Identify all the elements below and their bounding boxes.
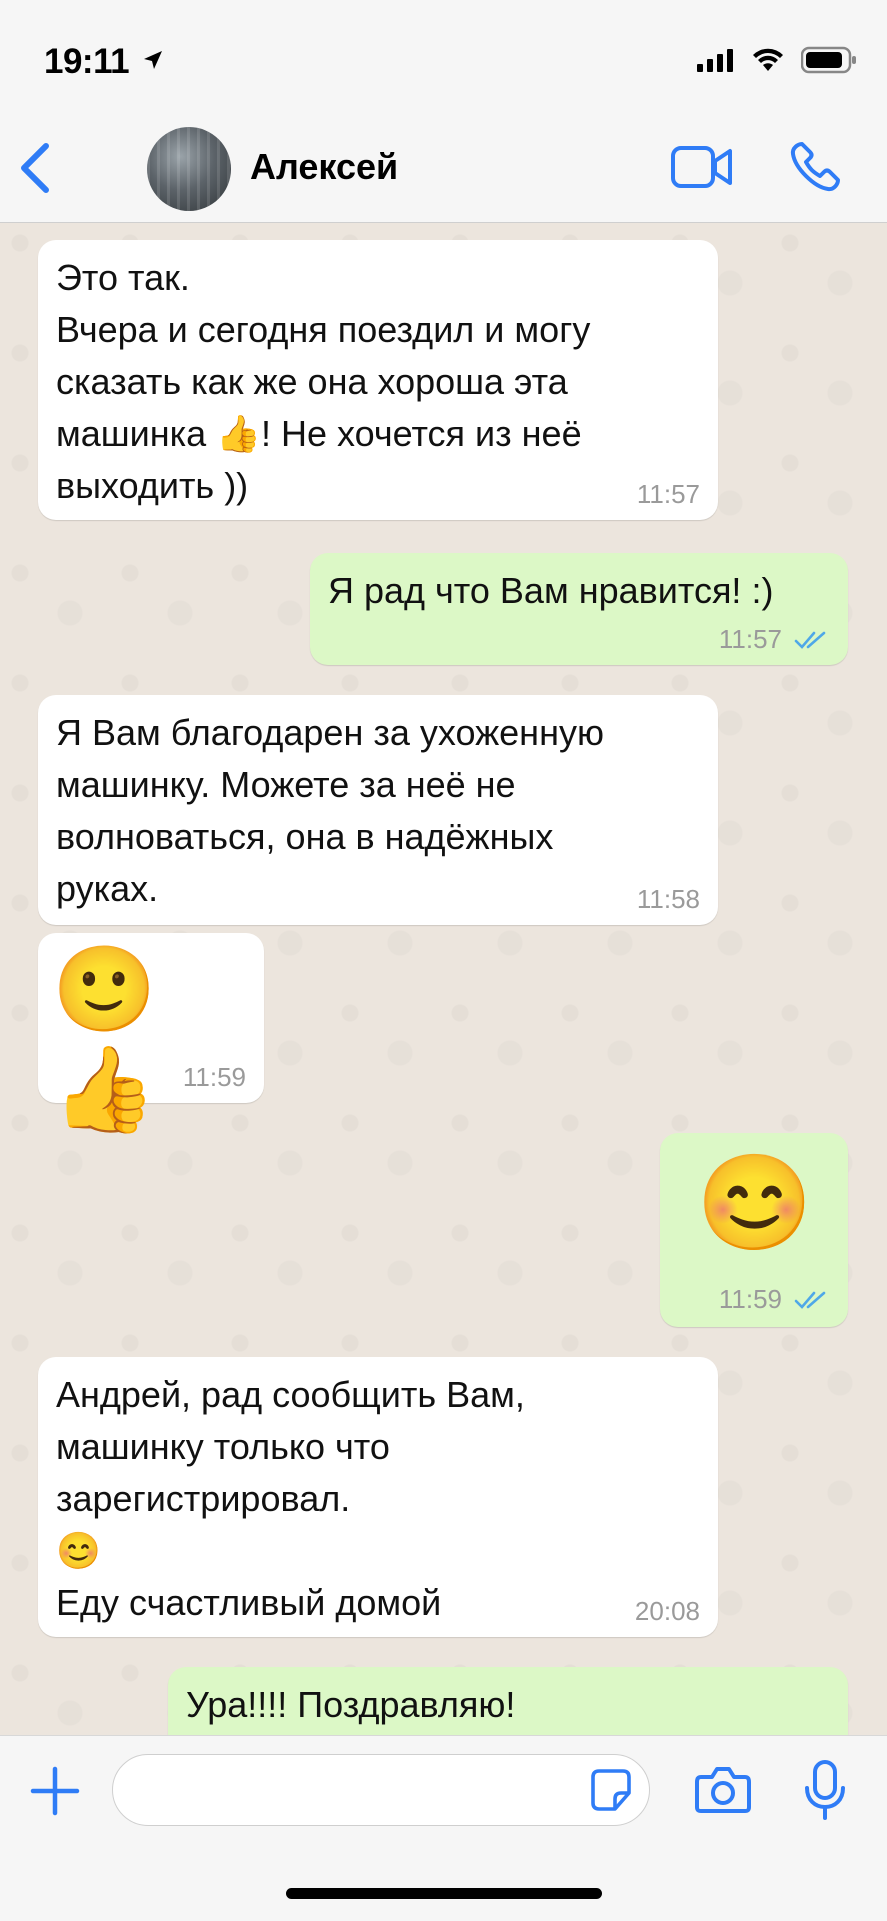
- outgoing-message[interactable]: Я рад что Вам нравится! :) 11:57: [310, 553, 848, 665]
- phone-call-icon[interactable]: [788, 140, 842, 194]
- battery-icon: [801, 46, 856, 74]
- message-time: 11:58: [636, 884, 700, 914]
- message-text: Это так. Вчера и сегодня поездил и могу …: [56, 257, 591, 506]
- read-receipt-icon: [794, 631, 826, 649]
- location-arrow-icon: [144, 51, 163, 69]
- message-time: 11:59: [182, 1062, 246, 1092]
- message-time: 11:59: [718, 1284, 782, 1314]
- incoming-emoji-message[interactable]: 🙂👍 11:59: [38, 933, 264, 1136]
- message-text: Андрей, рад сообщить Вам, машинку только…: [56, 1374, 525, 1623]
- message-text: Я рад что Вам нравится! :): [328, 570, 774, 611]
- emoji-content: 🙂👍: [52, 942, 161, 1136]
- input-bar: [0, 1735, 887, 1921]
- chat-area[interactable]: Это так. Вчера и сегодня поездил и могу …: [0, 223, 887, 1735]
- chat-header: Алексей: [0, 110, 887, 223]
- message-text: Ура!!!! Поздравляю!: [186, 1684, 516, 1725]
- incoming-message[interactable]: Это так. Вчера и сегодня поездил и могу …: [38, 240, 718, 520]
- message-time: 20:08: [634, 1596, 700, 1626]
- sticker-icon[interactable]: [589, 1767, 633, 1813]
- message-time: 11:57: [636, 479, 700, 509]
- message-time: 11:57: [718, 624, 782, 654]
- status-time: 19:11: [44, 42, 164, 82]
- back-chevron-icon[interactable]: [16, 140, 56, 196]
- video-call-icon[interactable]: [670, 144, 734, 190]
- contact-name[interactable]: Алексей: [250, 146, 398, 188]
- clock-text: 19:11: [44, 42, 130, 81]
- avatar[interactable]: [147, 127, 231, 211]
- message-input[interactable]: [112, 1754, 650, 1826]
- status-bar: 19:11: [0, 0, 887, 110]
- camera-icon[interactable]: [695, 1765, 751, 1815]
- microphone-icon[interactable]: [803, 1760, 847, 1820]
- read-receipt-icon: [794, 1291, 826, 1309]
- incoming-message[interactable]: Я Вам благодарен за ухоженную машинку. М…: [38, 695, 718, 925]
- wifi-icon: [753, 48, 783, 71]
- cellular-signal-icon: [697, 49, 733, 72]
- home-indicator[interactable]: [286, 1888, 602, 1899]
- message-text: Я Вам благодарен за ухоженную машинку. М…: [56, 712, 604, 909]
- outgoing-message[interactable]: Ура!!!! Поздравляю!: [168, 1667, 848, 1735]
- plus-icon[interactable]: [30, 1766, 80, 1816]
- emoji-content: 😊: [696, 1150, 814, 1255]
- incoming-message[interactable]: Андрей, рад сообщить Вам, машинку только…: [38, 1357, 718, 1637]
- status-indicators: [695, 46, 857, 74]
- outgoing-emoji-message[interactable]: 😊 11:59: [660, 1133, 848, 1327]
